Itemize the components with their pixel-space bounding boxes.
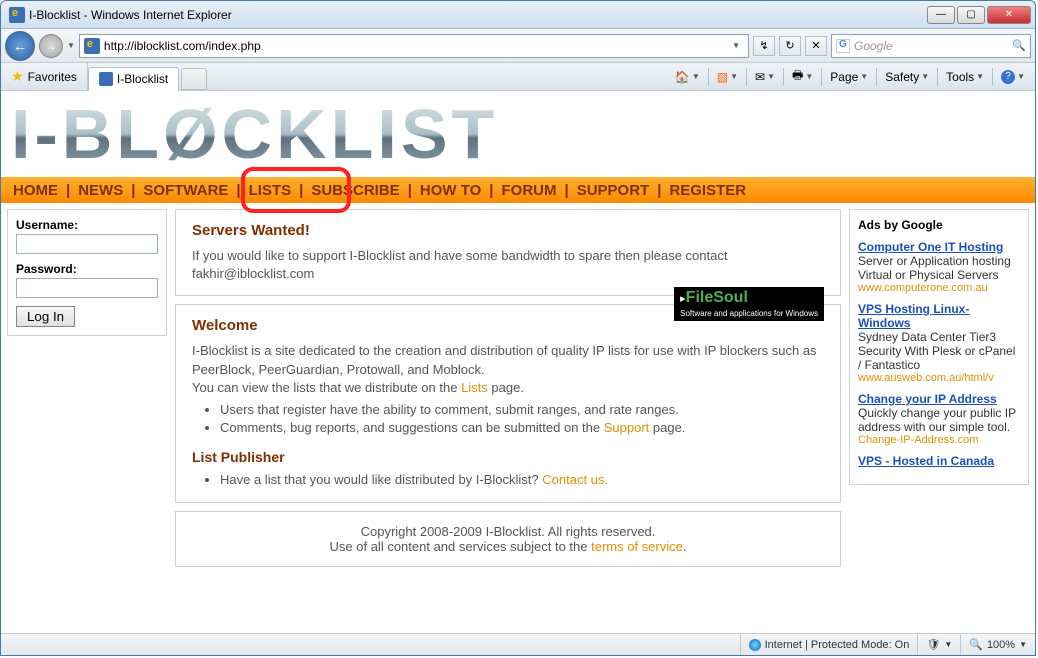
filesoul-badge[interactable]: ▸FileSoul Software and applications for … [674,287,824,321]
tools-menu[interactable]: Tools▼ [942,66,988,88]
servers-body: If you would like to support I-Blocklist… [192,247,824,283]
ad-link[interactable]: Computer One IT Hosting [858,240,1020,254]
tab-favicon [99,72,113,86]
zoom-control[interactable]: 🔍 100% ▼ [960,634,1035,655]
feeds-button[interactable]: ▧▼ [713,66,742,88]
ad-link[interactable]: VPS - Hosted in Canada [858,454,1020,468]
ad-item: VPS - Hosted in Canada [858,454,1020,468]
window-title: I-Blocklist - Windows Internet Explorer [29,8,927,22]
nav-support[interactable]: SUPPORT [577,182,650,199]
maximize-button[interactable]: ▢ [957,6,985,24]
globe-icon [749,639,761,651]
star-icon: ★ [11,68,24,85]
ad-item: VPS Hosting Linux-Windows Sydney Data Ce… [858,302,1020,384]
help-button[interactable]: ?▼ [997,66,1029,88]
window-titlebar: I-Blocklist - Windows Internet Explorer … [1,1,1035,29]
safety-menu[interactable]: Safety▼ [881,66,933,88]
favorites-label: Favorites [28,70,77,84]
nav-home[interactable]: HOME [13,182,58,199]
support-link[interactable]: Support [604,420,650,435]
browser-tab[interactable]: I-Blocklist [88,67,179,91]
back-button[interactable]: ← [5,31,35,61]
new-tab-button[interactable] [181,68,207,90]
url-input[interactable] [104,39,728,53]
password-label: Password: [16,262,158,276]
servers-panel: Servers Wanted! If you would like to sup… [175,209,841,296]
nav-toolbar: ← → ▼ ▼ ↯ ↻ ✕ 🔍 [1,29,1035,63]
nav-register[interactable]: REGISTER [669,182,746,199]
status-zone: Internet | Protected Mode: On [740,634,918,655]
login-button[interactable]: Log In [16,306,75,327]
welcome-panel: ▸FileSoul Software and applications for … [175,304,841,502]
username-input[interactable] [16,234,158,254]
ad-link[interactable]: VPS Hosting Linux-Windows [858,302,1020,330]
home-button[interactable]: 🏠▼ [671,66,704,88]
nav-software[interactable]: SOFTWARE [143,182,228,199]
welcome-bullet1: Users that register have the ability to … [220,401,824,419]
mail-button[interactable]: ✉▼ [751,66,779,88]
google-icon [836,39,850,53]
address-bar[interactable]: ▼ [79,34,749,58]
stop-button[interactable]: ✕ [805,36,827,56]
search-go-icon[interactable]: 🔍 [1012,39,1026,52]
nav-subscribe[interactable]: SUBSCRIBE [311,182,399,199]
nav-news[interactable]: NEWS [78,182,123,199]
status-security[interactable]: 🛡▼ [917,634,960,655]
compat-view-icon[interactable]: ↯ [753,36,775,56]
site-logo: I-BLØCKLIST [1,91,1035,177]
tab-title: I-Blocklist [117,72,168,86]
ie-favicon [9,7,25,23]
search-input[interactable] [854,39,1012,53]
ad-item: Computer One IT Hosting Server or Applic… [858,240,1020,294]
nav-lists[interactable]: LISTS [249,182,292,199]
nav-howto[interactable]: HOW TO [420,182,481,199]
site-favicon [84,38,100,54]
ads-panel: Ads by Google Computer One IT Hosting Se… [849,209,1029,485]
forward-button[interactable]: → [39,34,63,58]
status-bar: Internet | Protected Mode: On 🛡▼ 🔍 100% … [1,633,1035,655]
page-menu[interactable]: Page▼ [826,66,872,88]
ads-header: Ads by Google [858,218,1020,232]
ad-link[interactable]: Change your IP Address [858,392,1020,406]
footer-panel: Copyright 2008-2009 I-Blocklist. All rig… [175,511,841,567]
username-label: Username: [16,218,158,232]
favorites-button[interactable]: ★ Favorites [1,63,88,90]
close-button[interactable]: ✕ [987,6,1031,24]
nav-forum[interactable]: FORUM [501,182,556,199]
welcome-text1: I-Blocklist is a site dedicated to the c… [192,342,824,378]
print-button[interactable]: 🖶▼ [788,66,817,88]
password-input[interactable] [16,278,158,298]
minimize-button[interactable]: — [927,6,955,24]
lists-link[interactable]: Lists [461,380,488,395]
ad-item: Change your IP Address Quickly change yo… [858,392,1020,446]
servers-heading: Servers Wanted! [192,222,824,239]
tabs-toolbar: ★ Favorites I-Blocklist 🏠▼ ▧▼ ✉▼ 🖶▼ Page… [1,63,1035,91]
login-panel: Username: Password: Log In [7,209,167,336]
search-box[interactable]: 🔍 [831,34,1031,58]
viewport: I-BLØCKLIST HOME| NEWS| SOFTWARE| LISTS|… [1,91,1035,633]
publisher-heading: List Publisher [192,449,824,465]
tos-link[interactable]: terms of service [591,539,683,554]
refresh-button[interactable]: ↻ [779,36,801,56]
contact-link[interactable]: Contact us. [542,472,608,487]
site-nav: HOME| NEWS| SOFTWARE| LISTS| SUBSCRIBE| … [1,177,1035,203]
